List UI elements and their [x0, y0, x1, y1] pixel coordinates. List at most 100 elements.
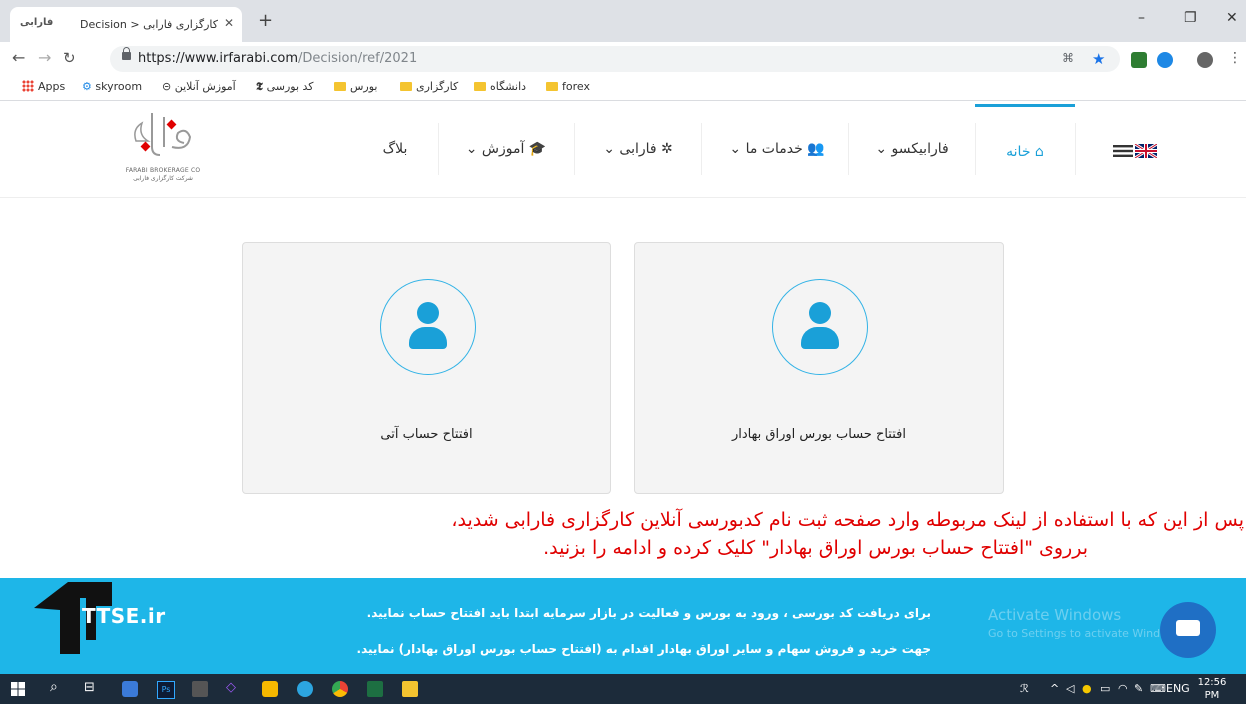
- caption-line-2: برروی "افتتاح حساب بورس اوراق بهادار" کل…: [543, 537, 1088, 559]
- nav-divider: [438, 123, 439, 175]
- translate-icon[interactable]: ⌘: [1062, 51, 1074, 65]
- bookmark-bourse[interactable]: بورس: [334, 80, 377, 93]
- user-avatar-circle: [772, 279, 868, 375]
- nav-farabixo[interactable]: ⌄ فارابیکسو: [856, 123, 968, 175]
- windows-start-icon[interactable]: [10, 681, 26, 697]
- tab-close-icon[interactable]: ✕: [224, 16, 234, 30]
- chat-button[interactable]: [1160, 602, 1216, 658]
- lock-icon: [122, 47, 131, 60]
- nav-blog[interactable]: بلاگ: [360, 123, 430, 175]
- banner-line-2: جهت خرید و فروش سهام و سایر اوراق بهادار…: [356, 642, 931, 656]
- bookmark-label: کد بورسی: [266, 80, 314, 93]
- browser-tab[interactable]: فارابی کارگزاری فارابی < Decision ✕: [10, 7, 242, 42]
- profile-avatar[interactable]: [1197, 52, 1213, 68]
- skyroom-icon: ⚙: [82, 80, 96, 93]
- chevron-down-icon: ⌄: [465, 141, 482, 157]
- address-bar[interactable]: https://www.irfarabi.com/Decision/ref/20…: [110, 46, 1120, 72]
- restore-button[interactable]: ❐: [1184, 10, 1197, 26]
- language-indicator[interactable]: ENG: [1166, 682, 1190, 695]
- bookmark-university[interactable]: دانشگاه: [474, 80, 526, 93]
- calculator-app-icon[interactable]: [192, 681, 208, 697]
- code-icon: 𝕿: [256, 80, 267, 93]
- farabi-logo-icon: [134, 113, 192, 156]
- futures-account-card[interactable]: افتتاح حساب آتی: [242, 242, 611, 494]
- menu-kebab-icon[interactable]: ⋮: [1228, 50, 1242, 66]
- app-tray-icon[interactable]: ●: [1082, 682, 1092, 695]
- nav-label: فارابیکسو: [891, 141, 949, 157]
- address-url[interactable]: https://www.irfarabi.com/Decision/ref/20…: [138, 51, 417, 66]
- folder-icon: [474, 82, 486, 91]
- chrome-app-icon[interactable]: [332, 681, 348, 697]
- users-icon: 👥: [802, 141, 825, 157]
- card-label: افتتاح حساب آتی: [380, 427, 473, 442]
- people-icon[interactable]: ℛ: [1020, 682, 1029, 695]
- bookmark-forex[interactable]: forex: [546, 80, 590, 93]
- user-icon: [416, 302, 439, 324]
- minimize-button[interactable]: –: [1138, 10, 1145, 26]
- language-menu-uk-flag-icon[interactable]: [1113, 144, 1157, 158]
- nav-farabi[interactable]: ⌄ فارابی ✲: [582, 123, 694, 175]
- system-clock[interactable]: 12:56 PM 7/19/2019: [1190, 676, 1241, 715]
- folder-icon: [400, 82, 412, 91]
- back-arrow-icon[interactable]: ←: [12, 50, 25, 66]
- tab-title: کارگزاری فارابی < Decision: [80, 18, 218, 31]
- activate-windows-subtitle: Go to Settings to activate Windows.: [988, 627, 1186, 640]
- bookmark-label: آموزش آنلاین: [174, 80, 236, 93]
- site-header: FARABI BROKERAGE CO شرکت کارگزاری فارابی…: [0, 101, 1246, 198]
- browser-tab-strip: فارابی کارگزاری فارابی < Decision ✕ + – …: [0, 0, 1246, 42]
- file-explorer-app-icon[interactable]: [402, 681, 418, 697]
- new-tab-button[interactable]: +: [258, 12, 273, 30]
- bookmark-brokerage[interactable]: کارگزاری: [400, 80, 458, 93]
- volume-icon[interactable]: ◁: [1066, 682, 1074, 695]
- battery-icon[interactable]: ▭: [1100, 682, 1110, 695]
- card-label: افتتاح حساب بورس اوراق بهادار: [732, 427, 906, 442]
- site-favicon-icon: فارابی: [20, 17, 54, 28]
- explorer-app-icon[interactable]: [122, 681, 138, 697]
- photoshop-app-icon[interactable]: Ps: [157, 681, 175, 699]
- calendar-extension-icon[interactable]: [1131, 52, 1147, 68]
- nav-divider: [848, 123, 849, 175]
- url-path: /Decision/ref/2021: [298, 51, 418, 66]
- close-window-button[interactable]: ✕: [1226, 10, 1238, 26]
- bookmark-code[interactable]: 𝕿 کد بورسی: [256, 80, 314, 94]
- logo-persian-text: شرکت کارگزاری فارابی: [133, 175, 193, 182]
- tray-chevron-up-icon[interactable]: ^: [1050, 682, 1059, 695]
- nav-home[interactable]: خانه ⌂: [975, 104, 1075, 178]
- activate-windows-title: Activate Windows: [988, 606, 1122, 624]
- telegram-app-icon[interactable]: [297, 681, 313, 697]
- keyboard-icon[interactable]: ⌨: [1150, 682, 1166, 695]
- pen-icon[interactable]: ✎: [1134, 682, 1143, 695]
- ttse-banner: TTSE.ir برای دریافت کد بورسی ، ورود به ب…: [0, 578, 1246, 674]
- bookmark-label: دانشگاه: [490, 80, 527, 93]
- forward-arrow-icon[interactable]: →: [38, 50, 51, 66]
- bookmark-skyroom[interactable]: ⚙ skyroom: [82, 80, 142, 93]
- bookmark-star-icon[interactable]: ★: [1092, 50, 1105, 68]
- bookmark-label: کارگزاری: [416, 80, 459, 93]
- browser-toolbar: ← → ↻ https://www.irfarabi.com/Decision/…: [0, 42, 1246, 76]
- securities-account-card[interactable]: افتتاح حساب بورس اوراق بهادار: [634, 242, 1004, 494]
- graduation-cap-icon: 🎓: [524, 141, 547, 157]
- apps-grid-icon: [22, 80, 34, 92]
- search-icon[interactable]: ⌕: [50, 679, 58, 695]
- skyroom-extension-icon[interactable]: [1157, 52, 1173, 68]
- user-icon-body: [408, 327, 447, 349]
- bandicam-app-icon[interactable]: [262, 681, 278, 697]
- nav-education[interactable]: ⌄ آموزش 🎓: [445, 123, 567, 175]
- nav-divider: [1075, 123, 1076, 175]
- reload-icon[interactable]: ↻: [63, 50, 76, 66]
- nav-services[interactable]: ⌄ خدمات ما 👥: [712, 123, 842, 175]
- nav-divider: [574, 123, 575, 175]
- task-view-icon[interactable]: ⊟: [84, 680, 95, 695]
- banner-line-1: برای دریافت کد بورسی ، ورود به بورس و فع…: [366, 606, 931, 620]
- bookmark-apps[interactable]: Apps: [22, 80, 65, 93]
- chevron-down-icon: ⌄: [603, 141, 620, 157]
- nav-label: فارابی: [619, 141, 657, 157]
- code-editor-app-icon[interactable]: ◇: [226, 680, 236, 695]
- excel-app-icon[interactable]: [367, 681, 383, 697]
- bookmark-online-course[interactable]: ⊝ آموزش آنلاین: [162, 80, 236, 93]
- farabi-logo[interactable]: FARABI BROKERAGE CO شرکت کارگزاری فارابی: [108, 107, 218, 187]
- wifi-icon[interactable]: ◠: [1118, 682, 1128, 695]
- home-icon: ⌂: [1030, 144, 1044, 160]
- folder-icon: [334, 82, 346, 91]
- bookmark-label: skyroom: [95, 80, 143, 93]
